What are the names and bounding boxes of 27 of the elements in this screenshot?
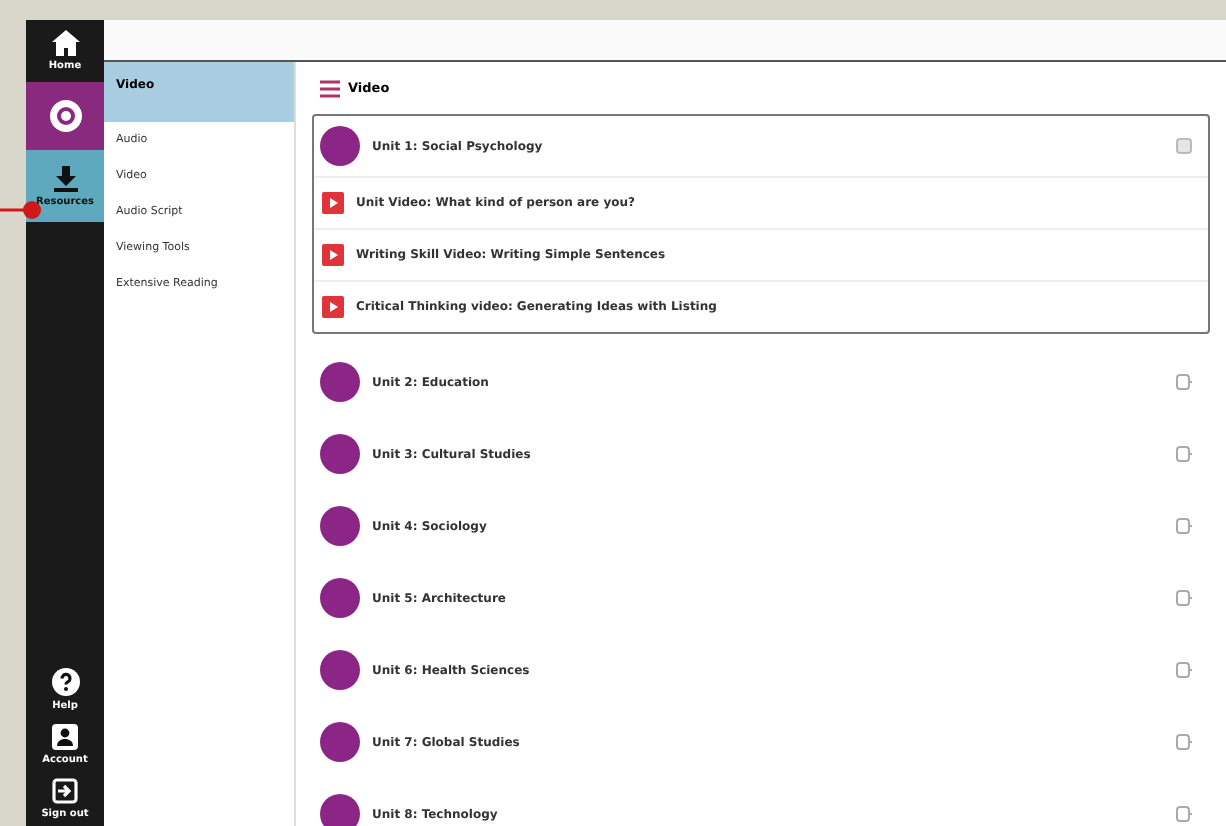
expand-icon[interactable] [1176, 446, 1192, 462]
collapse-icon[interactable] [1176, 138, 1192, 154]
expand-icon[interactable] [1176, 374, 1192, 390]
expand-icon[interactable] [1176, 806, 1192, 822]
unit-avatar [320, 434, 360, 474]
unit-avatar [320, 794, 360, 826]
unit-avatar [320, 650, 360, 690]
nav-button[interactable] [26, 82, 104, 150]
expand-icon[interactable] [1176, 590, 1192, 606]
expand-icon[interactable] [1176, 662, 1192, 678]
search-icon [45, 96, 85, 136]
unit-avatar [320, 722, 360, 762]
unit-avatar [320, 506, 360, 546]
play-icon [322, 244, 344, 266]
download-icon [51, 165, 79, 191]
unit-avatar [320, 578, 360, 618]
play-icon [322, 192, 344, 214]
unit-avatar [320, 126, 360, 166]
help-icon [51, 668, 79, 696]
menu-icon[interactable] [320, 79, 340, 97]
account-icon [52, 724, 78, 750]
unit-avatar [320, 362, 360, 402]
play-icon [322, 296, 344, 318]
expand-icon[interactable] [1176, 734, 1192, 750]
expand-icon[interactable] [1176, 518, 1192, 534]
sign-out-icon [52, 778, 78, 804]
home-icon [51, 30, 79, 56]
